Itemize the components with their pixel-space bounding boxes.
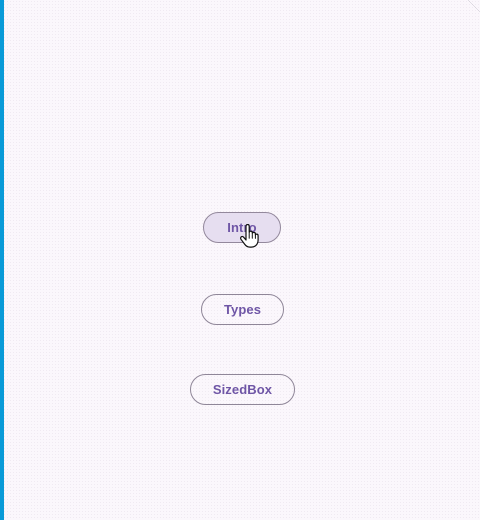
intro-button[interactable]: Intro — [203, 212, 281, 243]
left-window-edge — [0, 0, 4, 520]
sizedbox-button[interactable]: SizedBox — [190, 374, 295, 405]
types-button-label: Types — [223, 302, 262, 317]
types-button[interactable]: Types — [201, 294, 284, 325]
sizedbox-button-label: SizedBox — [212, 382, 273, 397]
app-window: Intro Types SizedBox — [0, 0, 480, 520]
window-corner-mark — [468, 0, 480, 12]
intro-button-label: Intro — [227, 220, 257, 235]
